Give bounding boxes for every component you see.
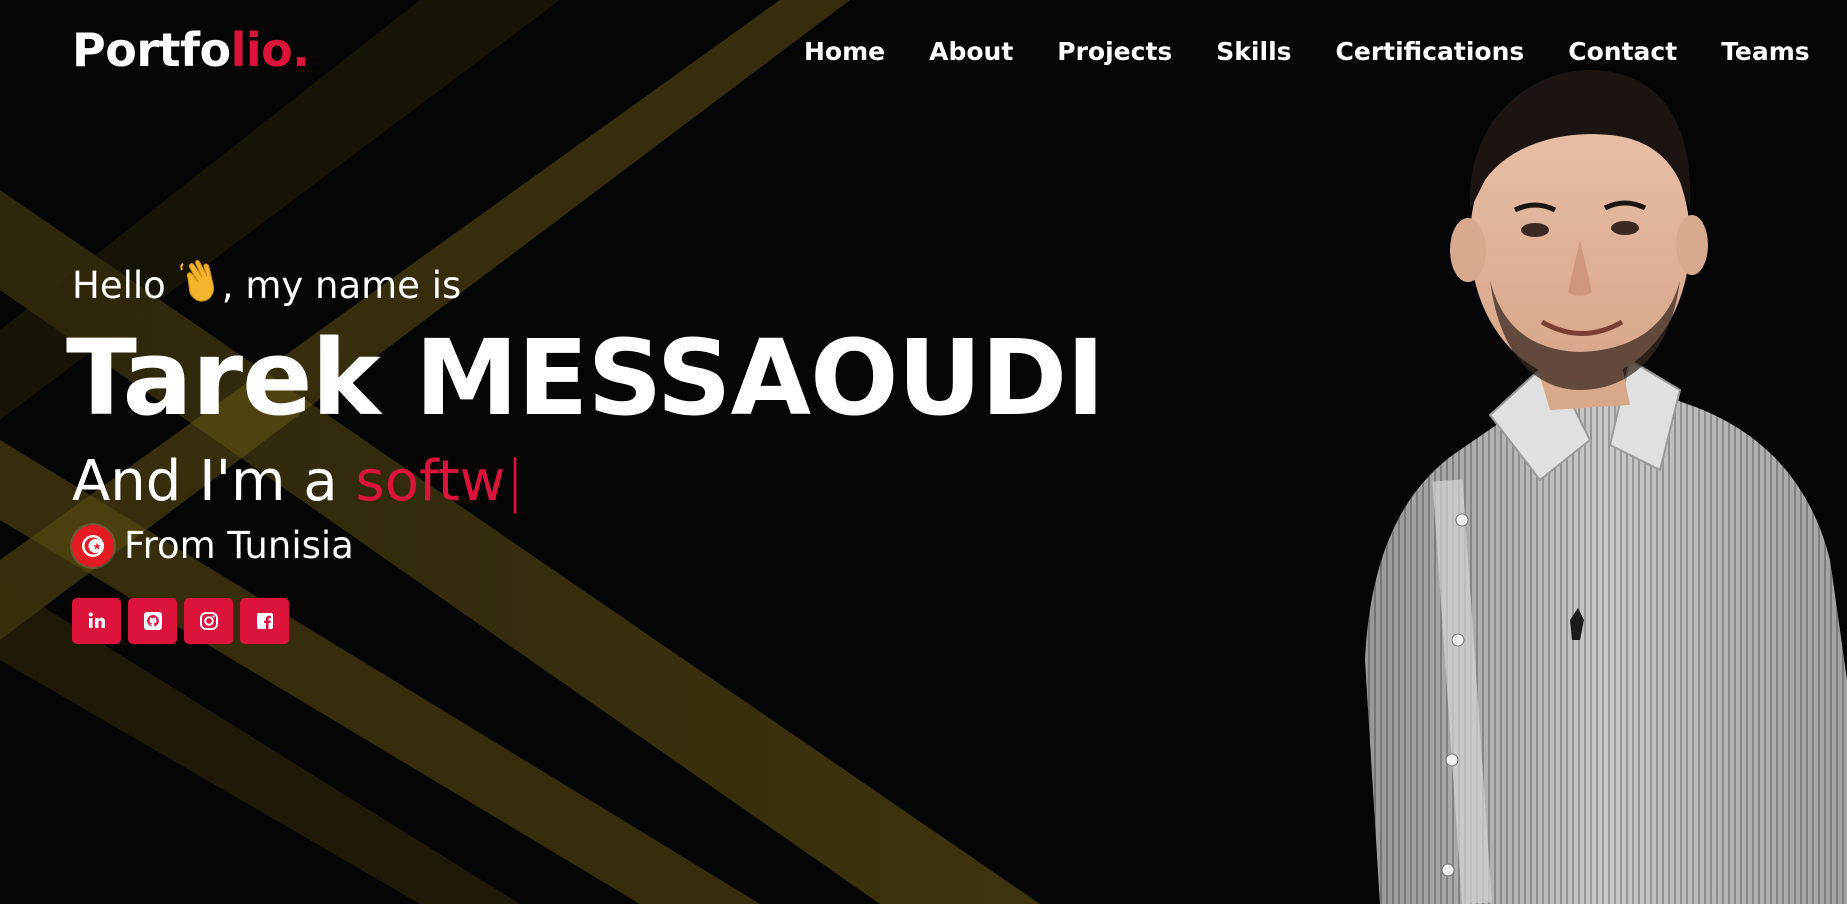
origin-line: From Tunisia: [72, 522, 354, 570]
facebook-icon: [256, 613, 273, 629]
linkedin-button[interactable]: [72, 598, 121, 644]
tunisia-flag-icon: [72, 525, 114, 567]
logo-text-accent: lio.: [230, 23, 310, 77]
nav-about[interactable]: About: [929, 34, 1013, 70]
role-typed-text: softw: [355, 449, 506, 514]
facebook-button[interactable]: [240, 598, 289, 644]
social-links: [72, 598, 296, 644]
instagram-button[interactable]: [184, 598, 233, 644]
waving-hand-icon: [180, 260, 214, 302]
greeting-start: Hello: [72, 264, 166, 307]
greeting-end: , my name is: [221, 264, 462, 307]
profile-portrait: [1365, 70, 1847, 904]
nav-projects[interactable]: Projects: [1057, 34, 1172, 70]
site-logo[interactable]: Portfolio.: [72, 22, 310, 78]
github-button[interactable]: [128, 598, 177, 644]
nav-skills[interactable]: Skills: [1216, 34, 1291, 70]
github-icon: [143, 612, 162, 630]
instagram-icon: [199, 612, 218, 630]
logo-text-main: Portfo: [72, 23, 231, 77]
role-prefix: And I'm a: [72, 449, 356, 514]
origin-text: From Tunisia: [124, 524, 354, 567]
greeting-text: Hello , my name is: [72, 258, 461, 312]
nav-home[interactable]: Home: [804, 34, 885, 70]
typing-cursor: |: [505, 449, 525, 514]
role-line: And I'm a softw|: [72, 446, 524, 518]
hero-name: Tarek MESSAOUDI: [66, 317, 1105, 439]
linkedin-icon: [88, 612, 105, 628]
hero-section: Portfolio. Home About Projects Skills Ce…: [0, 0, 1847, 904]
